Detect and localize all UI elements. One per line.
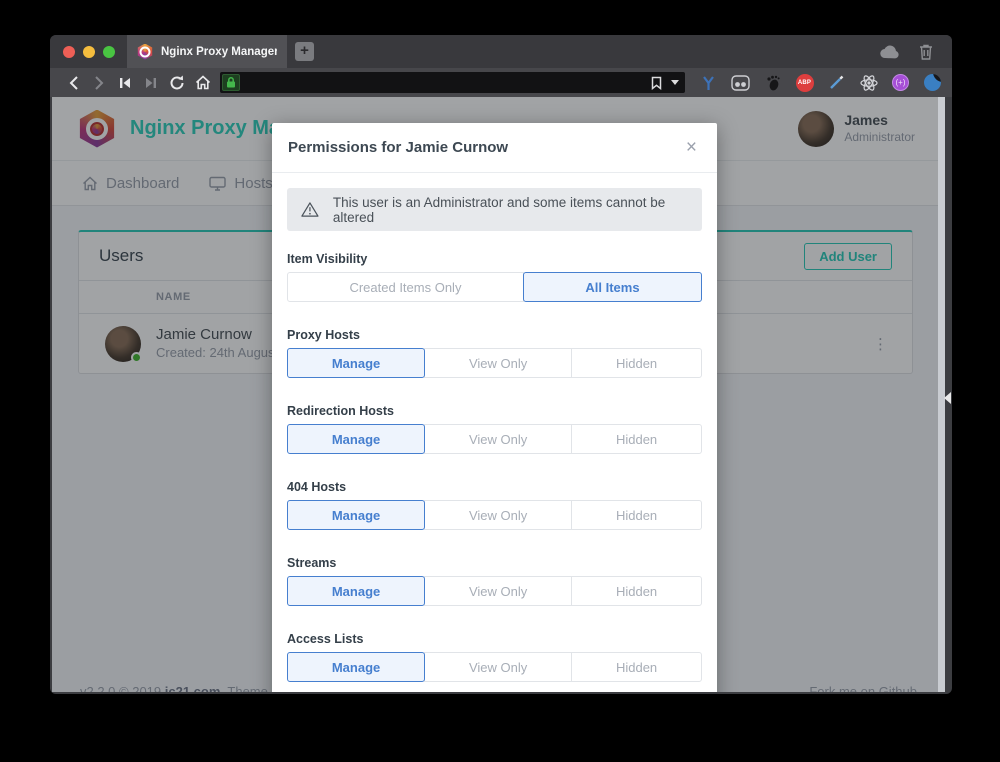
- item-visibility-created-items-only-button[interactable]: Created Items Only: [287, 272, 524, 302]
- close-window-button[interactable]: [63, 46, 75, 58]
- adblock-plus-icon[interactable]: ABP: [795, 73, 814, 92]
- streams-hidden-button[interactable]: Hidden: [571, 576, 702, 606]
- section-label: Proxy Hosts: [287, 328, 702, 342]
- warning-text: This user is an Administrator and some i…: [333, 195, 688, 225]
- forward-button[interactable]: [86, 71, 112, 95]
- section-proxy-hosts: Proxy Hosts Manage View Only Hidden: [287, 328, 702, 378]
- access-lists-view-only-button[interactable]: View Only: [424, 652, 572, 682]
- section-label: Redirection Hosts: [287, 404, 702, 418]
- browser-toolbar: ABP (+): [50, 68, 952, 97]
- 404-hosts-view-only-button[interactable]: View Only: [424, 500, 572, 530]
- section-access-lists: Access Lists Manage View Only Hidden: [287, 632, 702, 682]
- cloud-sync-icon[interactable]: [880, 42, 900, 62]
- redirection-hosts-view-only-button[interactable]: View Only: [424, 424, 572, 454]
- back-button[interactable]: [60, 71, 86, 95]
- minimize-window-button[interactable]: [83, 46, 95, 58]
- section-404-hosts: 404 Hosts Manage View Only Hidden: [287, 480, 702, 530]
- trash-icon[interactable]: [916, 42, 936, 62]
- home-button[interactable]: [190, 71, 216, 95]
- session-forward-button[interactable]: [138, 71, 164, 95]
- https-lock-icon[interactable]: [222, 74, 240, 91]
- container-extension-icon[interactable]: [731, 73, 750, 92]
- proxy-hosts-view-only-button[interactable]: View Only: [424, 348, 572, 378]
- item-visibility-all-items-button[interactable]: All Items: [523, 272, 702, 302]
- new-tab-button[interactable]: +: [295, 42, 314, 61]
- proxy-hosts-hidden-button[interactable]: Hidden: [571, 348, 702, 378]
- section-redirection-hosts: Redirection Hosts Manage View Only Hidde…: [287, 404, 702, 454]
- section-item-visibility: Item Visibility Created Items Only All I…: [287, 252, 702, 302]
- window-controls: [50, 46, 127, 58]
- streams-view-only-button[interactable]: View Only: [424, 576, 572, 606]
- browser-tab[interactable]: Nginx Proxy Manager: [127, 35, 287, 68]
- section-streams: Streams Manage View Only Hidden: [287, 556, 702, 606]
- modal-close-button[interactable]: ×: [682, 136, 701, 159]
- pie-clock-extension-icon[interactable]: [923, 73, 942, 92]
- proxy-hosts-manage-button[interactable]: Manage: [287, 348, 425, 378]
- access-lists-manage-button[interactable]: Manage: [287, 652, 425, 682]
- session-back-button[interactable]: [112, 71, 138, 95]
- maximize-window-button[interactable]: [103, 46, 115, 58]
- purple-extension-icon[interactable]: (+): [891, 73, 910, 92]
- bookmark-icon[interactable]: [651, 76, 662, 90]
- address-bar[interactable]: [220, 72, 685, 93]
- redirection-hosts-hidden-button[interactable]: Hidden: [571, 424, 702, 454]
- keepass-extension-icon[interactable]: [699, 73, 718, 92]
- gnome-foot-icon[interactable]: [763, 73, 782, 92]
- admin-warning-banner: This user is an Administrator and some i…: [287, 188, 702, 231]
- extension-icons: ABP (+): [699, 73, 942, 92]
- page-content: Nginx Proxy Manager James Administrator …: [52, 97, 945, 692]
- permissions-modal: Permissions for Jamie Curnow × This user…: [272, 123, 717, 692]
- stylus-pen-icon[interactable]: [827, 73, 846, 92]
- 404-hosts-manage-button[interactable]: Manage: [287, 500, 425, 530]
- 404-hosts-hidden-button[interactable]: Hidden: [571, 500, 702, 530]
- section-label: Access Lists: [287, 632, 702, 646]
- section-label: 404 Hosts: [287, 480, 702, 494]
- redirection-hosts-manage-button[interactable]: Manage: [287, 424, 425, 454]
- browser-tab-bar: Nginx Proxy Manager +: [50, 35, 952, 68]
- favicon-nginx-proxy-manager: [137, 44, 153, 60]
- section-label: Streams: [287, 556, 702, 570]
- reload-button[interactable]: [164, 71, 190, 95]
- access-lists-hidden-button[interactable]: Hidden: [571, 652, 702, 682]
- window-edge-arrow[interactable]: [944, 392, 951, 404]
- modal-title: Permissions for Jamie Curnow: [288, 139, 508, 156]
- react-devtools-icon[interactable]: [859, 73, 878, 92]
- tab-title: Nginx Proxy Manager: [161, 46, 277, 58]
- warning-triangle-icon: [301, 201, 319, 218]
- section-label: Item Visibility: [287, 252, 702, 266]
- streams-manage-button[interactable]: Manage: [287, 576, 425, 606]
- browser-window: Nginx Proxy Manager +: [50, 35, 952, 694]
- bookmark-dropdown-caret[interactable]: [671, 80, 679, 85]
